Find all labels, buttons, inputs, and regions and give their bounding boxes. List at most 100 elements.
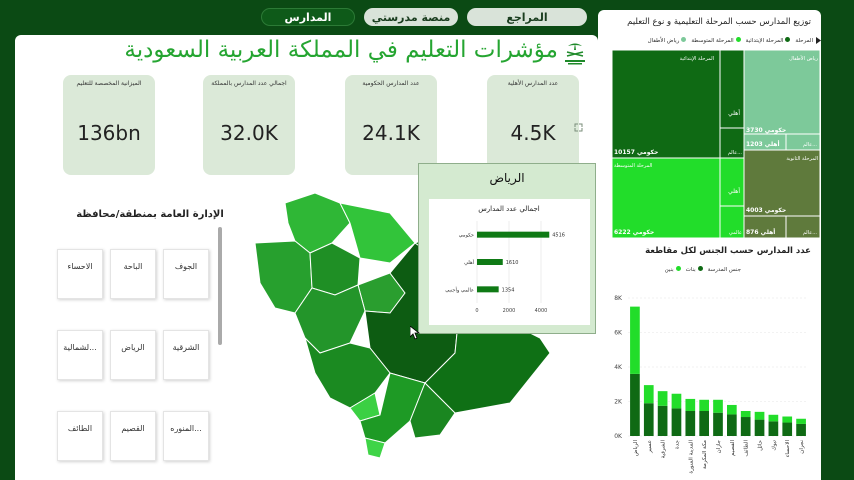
gender-category-label: جازان	[716, 440, 722, 453]
gender-category-label: الرياض	[633, 440, 639, 457]
gender-tick-label: 4K	[614, 364, 623, 371]
gender-bar-segment[interactable]	[657, 391, 668, 406]
gender-bar-segment[interactable]	[643, 403, 654, 436]
slicer-item[interactable]: ...لشمالية	[57, 330, 103, 380]
treemap-legend: المرحلة المرحلة الإبتدائية المرحلة المتو…	[648, 37, 813, 44]
treemap-cell-kg-gov[interactable]	[743, 50, 820, 135]
gender-category-label: عسير	[647, 440, 653, 454]
treemap-label: عالم...	[803, 142, 818, 148]
gender-bar-segment[interactable]	[796, 423, 806, 436]
region-tooltip: الرياض اجمالي عدد المدارس 0 2000 4000 حكومي 4…	[418, 163, 596, 334]
kpi-total-schools: اجمالي عدد المدارس بالمملكة 32.0K	[203, 75, 295, 175]
treemap-label: عالمي	[729, 230, 742, 236]
slicer-item[interactable]: الطائف	[57, 411, 103, 461]
legend-dot-icon	[675, 266, 681, 271]
gender-tick-label: 8K	[614, 295, 623, 302]
treemap-label: رياض الأطفال	[789, 55, 818, 62]
gender-bar-segment[interactable]	[740, 417, 751, 436]
kpi-government-schools: عدد المدارس الحكومية 24.1K	[345, 75, 437, 175]
gender-bar-segment[interactable]	[671, 408, 682, 436]
treemap-chart[interactable]: المرحلة الإبتدائية حكومي 10157 أهلي عالم…	[612, 50, 820, 238]
ministry-logo-icon	[565, 43, 585, 65]
gender-bar-segment[interactable]	[782, 422, 793, 436]
gender-bar-segment[interactable]	[699, 410, 709, 436]
gender-bar-segment[interactable]	[630, 306, 640, 374]
gender-bar-segment[interactable]	[685, 410, 696, 436]
tooltip-bar[interactable]	[477, 259, 503, 265]
gender-category-label: الطائف	[744, 440, 750, 457]
treemap-label: أهلي 876	[746, 228, 775, 236]
kpi-private-schools: عدد المدارس الأهلية 4.5K	[487, 75, 583, 175]
slicer-title: الإدارة العامة بمنطقة/محافظة	[76, 209, 224, 220]
legend-item: المرحلة الإبتدائية	[746, 37, 791, 44]
tab-references[interactable]: المراجع	[467, 8, 587, 26]
gender-bar-segment[interactable]	[630, 373, 640, 436]
kpi-value: 136bn	[77, 121, 141, 145]
kpi-label: اجمالي عدد المدارس بالمملكة	[211, 80, 287, 87]
gender-bar-segment[interactable]	[671, 393, 682, 409]
slicer-item[interactable]: الجوف	[163, 249, 209, 299]
tooltip-data-label: 4516	[552, 233, 565, 239]
tooltip-bar[interactable]	[477, 286, 499, 293]
gender-tick-label: 0K	[614, 433, 623, 440]
tooltip-tick-label: 2000	[503, 308, 516, 314]
gender-bar-segment[interactable]	[699, 399, 709, 411]
legend-label: جنس المدرسة	[707, 266, 741, 273]
right-panel: توزيع المدارس حسب المرحلة التعليمية و نو…	[598, 10, 821, 480]
gender-bar-segment[interactable]	[768, 414, 779, 422]
kpi-label: الميزانية المخصصة للتعليم	[76, 80, 142, 87]
legend-scroll-arrow-icon[interactable]	[816, 37, 821, 44]
gender-bar-segment[interactable]	[643, 385, 654, 404]
gender-bar-segment[interactable]	[685, 398, 696, 411]
tab-madrasati[interactable]: منصة مدرستي	[364, 8, 458, 26]
tooltip-region-title: الرياض	[489, 171, 525, 185]
tooltip-category-label: عالمي وأجنبي	[445, 286, 474, 293]
gender-bar-segment[interactable]	[754, 419, 765, 436]
treemap-cell-primary-gov[interactable]	[612, 50, 721, 159]
treemap-cell-middle-private[interactable]	[719, 157, 745, 207]
gender-bar-segment[interactable]	[740, 410, 751, 418]
gender-bar-segment[interactable]	[727, 414, 737, 436]
treemap-cell-middle-gov[interactable]	[612, 157, 721, 238]
tooltip-data-label: 1610	[506, 260, 519, 266]
gender-bar-segment[interactable]	[727, 404, 737, 415]
slicer-scrollbar[interactable]	[218, 227, 222, 345]
kpi-value: 4.5K	[510, 121, 556, 145]
tooltip-category-label: حكومي	[459, 233, 474, 239]
gender-bar-segment[interactable]	[713, 412, 723, 436]
gender-bar-segment[interactable]	[796, 418, 806, 424]
gender-bar-segment[interactable]	[768, 421, 779, 436]
slicer-item[interactable]: ...المنوره	[163, 411, 209, 461]
treemap-label: عالم...	[803, 230, 818, 236]
kpi-value: 32.0K	[220, 121, 278, 145]
treemap-label: أهلي 1203	[746, 140, 780, 148]
gender-bar-segment[interactable]	[657, 405, 668, 436]
expand-icon[interactable]	[574, 123, 583, 132]
kpi-value: 24.1K	[362, 121, 420, 145]
gender-tick-label: 6K	[614, 330, 623, 337]
kpi-label: عدد المدارس الأهلية	[507, 80, 559, 87]
tab-schools[interactable]: المدارس	[261, 8, 355, 26]
legend-dot-icon	[735, 37, 741, 42]
tooltip-bar[interactable]	[477, 231, 550, 238]
slicer-item[interactable]: الرياض	[110, 330, 156, 380]
gender-chart-title: عدد المدارس حسب الجنس لكل مقاطعة	[645, 246, 811, 256]
gender-bar-segment[interactable]	[713, 399, 723, 413]
gender-category-label: مكة المكرمة	[701, 440, 708, 469]
slicer-item[interactable]: القصيم	[110, 411, 156, 461]
slicer-item[interactable]: الباحة	[110, 249, 156, 299]
legend-item: بنات	[686, 266, 703, 273]
slicer-item[interactable]: الاحساء	[57, 249, 103, 299]
gender-category-label: نجران	[799, 440, 805, 454]
treemap-label: عالم...	[728, 150, 743, 156]
slicer-item[interactable]: الشرقية	[163, 330, 209, 380]
kpi-education-budget: الميزانية المخصصة للتعليم 136bn	[63, 75, 155, 175]
gender-bar-segment[interactable]	[782, 416, 793, 423]
treemap-label: حكومي 6222	[614, 229, 654, 236]
gender-chart-legend: جنس المدرسة بنات بنين	[665, 266, 741, 273]
gender-bar-segment[interactable]	[754, 411, 765, 420]
gender-tick-label: 2K	[614, 399, 623, 406]
gender-category-label: تبوك	[771, 440, 777, 451]
gender-bar-chart[interactable]: 0K 2K 4K 6K 8K الرياض عسير الشرقية جدة المدينة ال…	[598, 276, 821, 480]
page-title: مؤشرات التعليم في المملكة العربية السعود…	[124, 37, 558, 63]
